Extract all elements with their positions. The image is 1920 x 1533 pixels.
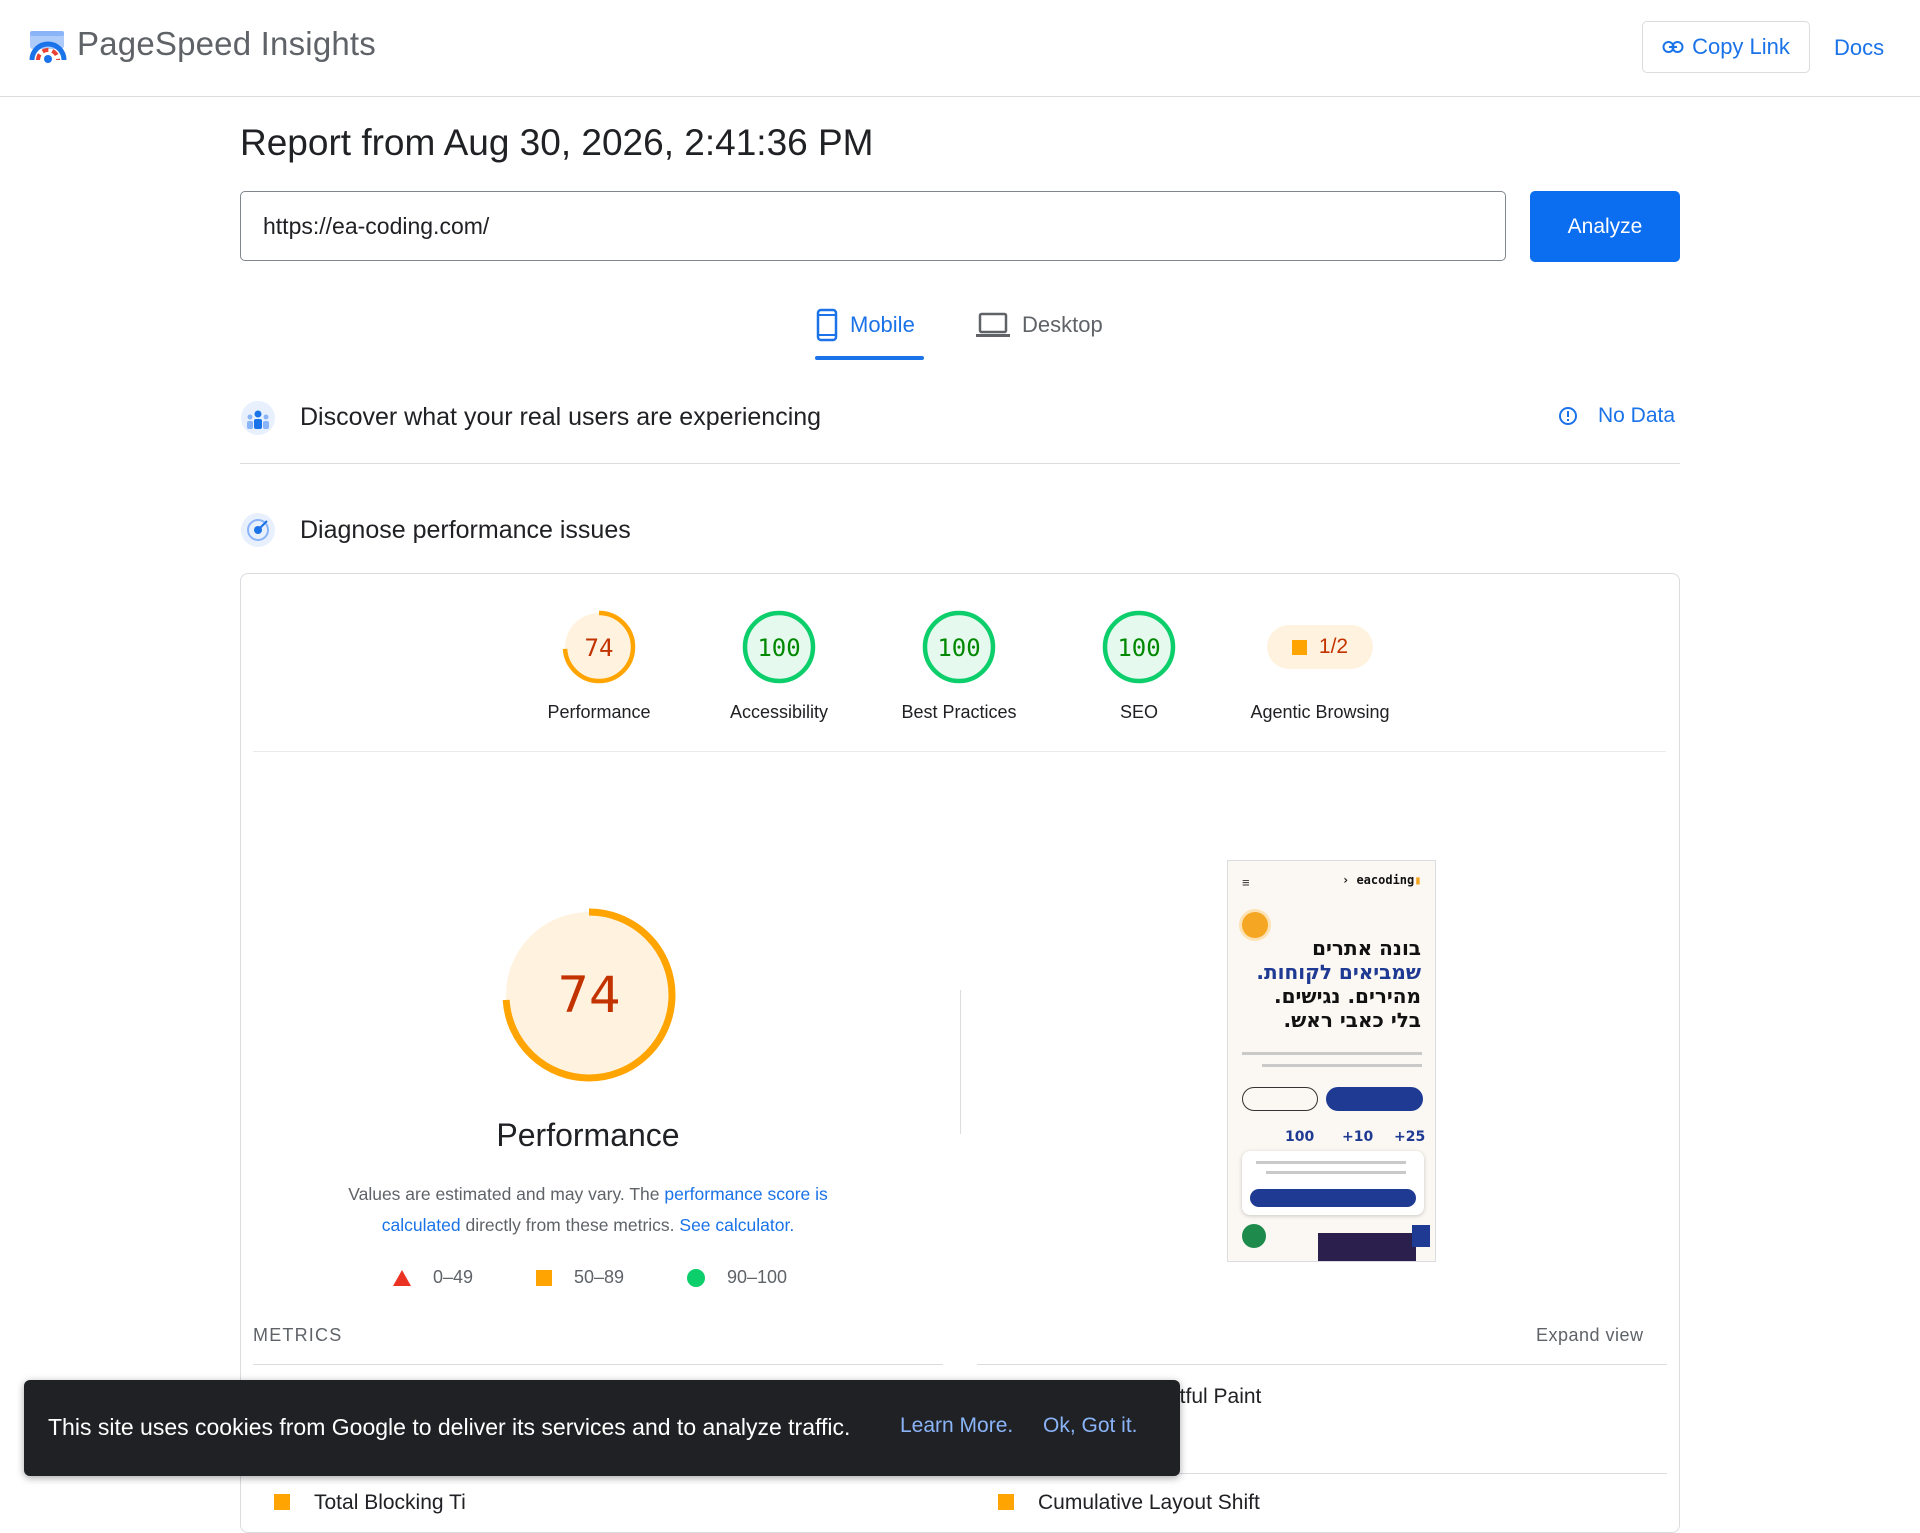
headline-line-4: בלי כאבי ראש. [1283, 1008, 1421, 1032]
desc-text-2: directly from these metrics. [460, 1215, 680, 1235]
cookie-message: This site uses cookies from Google to de… [48, 1414, 851, 1440]
info-icon [1559, 407, 1577, 425]
stat-2: +10 [1342, 1129, 1374, 1145]
headline-line-3: מהירים. נגישים. [1274, 984, 1421, 1008]
accessibility-icon [1412, 1225, 1430, 1247]
gauges-divider [253, 751, 1666, 752]
agentic-browsing-badge[interactable]: 1/2 [1267, 625, 1373, 669]
seo-gauge[interactable]: 100 [1101, 609, 1177, 685]
vertical-divider [960, 990, 961, 1134]
agentic-label: Agentic Browsing [1250, 702, 1390, 722]
accessibility-gauge[interactable]: 100 [741, 609, 817, 685]
docs-link[interactable]: Docs [1834, 35, 1884, 61]
no-data-status[interactable]: No Data [1558, 404, 1675, 428]
legend-pass-range: 90–100 [727, 1267, 788, 1287]
performance-score-small: 74 [585, 634, 614, 662]
legend-average: 50–89 [536, 1267, 624, 1288]
see-calculator-link[interactable]: See calculator. [679, 1215, 794, 1235]
tbt-metric-title: Total Blocking Ti [314, 1491, 466, 1514]
real-users-title: Discover what your real users are experi… [300, 403, 822, 431]
active-tab-indicator [815, 356, 924, 360]
secondary-cta [1242, 1087, 1318, 1111]
report-title: Report from Aug 30, 2026, 2:41:36 PM [240, 122, 874, 163]
fail-triangle-icon [393, 1269, 411, 1286]
paragraph-line [1242, 1052, 1422, 1055]
whatsapp-icon [1242, 1224, 1266, 1248]
hamburger-menu-icon: ≡ [1242, 875, 1250, 890]
tab-mobile-label: Mobile [850, 312, 915, 337]
smartphone-icon [816, 308, 838, 342]
metrics-divider-right [977, 1364, 1667, 1365]
legend-average-range: 50–89 [574, 1267, 625, 1287]
no-data-label: No Data [1598, 404, 1676, 427]
copy-link-label: Copy Link [1692, 34, 1790, 59]
headline-line-1: בונה אתרים [1312, 936, 1421, 960]
performance-gauge[interactable]: 74 [561, 609, 637, 685]
cookie-banner: This site uses cookies from Google to de… [24, 1380, 1180, 1476]
legend-fail: 0–49 [393, 1267, 473, 1288]
top-bar: PageSpeed Insights Copy Link Docs [0, 0, 1920, 97]
section-divider [240, 463, 1680, 464]
expand-view-button[interactable]: Expand view [1536, 1325, 1644, 1346]
diagnose-title: Diagnose performance issues [300, 516, 631, 544]
final-screenshot-thumbnail[interactable]: ≡ › eacoding▮ בונה אתרים שמביאים לקוחות.… [1227, 860, 1436, 1262]
accessibility-score: 100 [757, 634, 800, 662]
legend-pass: 90–100 [687, 1267, 787, 1288]
card-button [1250, 1189, 1416, 1207]
copy-link-button[interactable]: Copy Link [1642, 21, 1810, 73]
tab-desktop[interactable]: Desktop [976, 307, 1103, 343]
seo-score: 100 [1117, 634, 1160, 662]
lcp-metric-title: ntful Paint [1168, 1385, 1262, 1408]
average-square-icon [1291, 639, 1307, 655]
desc-text-1: Values are estimated and may vary. The [348, 1184, 665, 1204]
sun-icon [1242, 912, 1268, 938]
pass-circle-icon [687, 1268, 705, 1287]
best-practices-gauge[interactable]: 100 [921, 609, 997, 685]
dark-section [1318, 1233, 1416, 1261]
card-text-line [1266, 1171, 1406, 1174]
cls-average-icon [998, 1494, 1014, 1510]
headline-line-2: שמביאים לקוחות. [1256, 960, 1421, 984]
average-square-icon [536, 1269, 552, 1286]
cls-metric-title: Cumulative Layout Shift [1038, 1491, 1260, 1514]
card-text-line [1256, 1161, 1406, 1164]
performance-label: Performance [547, 702, 651, 722]
best-practices-label: Best Practices [901, 702, 1017, 722]
metrics-divider-left [253, 1364, 943, 1365]
legend-fail-range: 0–49 [433, 1267, 474, 1287]
performance-big-gauge: 74 [502, 908, 676, 1082]
analyze-button[interactable]: Analyze [1530, 191, 1680, 262]
link-icon [1662, 41, 1684, 53]
tab-mobile[interactable]: Mobile [816, 307, 915, 343]
tbt-average-icon [274, 1494, 290, 1510]
stat-3: +25 [1394, 1129, 1426, 1145]
paragraph-line [1262, 1064, 1422, 1067]
site-logo: › eacoding▮ [1342, 873, 1422, 887]
real-users-icon [241, 401, 275, 435]
performance-description: Values are estimated and may vary. The p… [318, 1179, 858, 1241]
best-practices-score: 100 [937, 634, 980, 662]
ok-got-it-button[interactable]: Ok, Got it. [1043, 1414, 1138, 1438]
pagespeed-logo-icon [29, 31, 67, 63]
cookie-notice-card [1242, 1151, 1424, 1215]
accessibility-label: Accessibility [729, 702, 829, 722]
stat-1: 100 [1285, 1129, 1315, 1145]
brand-title: PageSpeed Insights [77, 25, 376, 62]
url-input[interactable] [240, 191, 1506, 261]
seo-label: SEO [1119, 702, 1158, 722]
performance-score-big: 74 [557, 966, 621, 1024]
performance-title: Performance [496, 1117, 680, 1153]
agentic-score: 1/2 [1318, 635, 1349, 658]
metrics-heading: METRICS [253, 1325, 343, 1345]
learn-more-link[interactable]: Learn More. [900, 1414, 1013, 1438]
tab-desktop-label: Desktop [1022, 312, 1103, 337]
diagnose-icon [241, 513, 275, 547]
primary-cta [1326, 1087, 1423, 1111]
laptop-icon [976, 312, 1010, 337]
